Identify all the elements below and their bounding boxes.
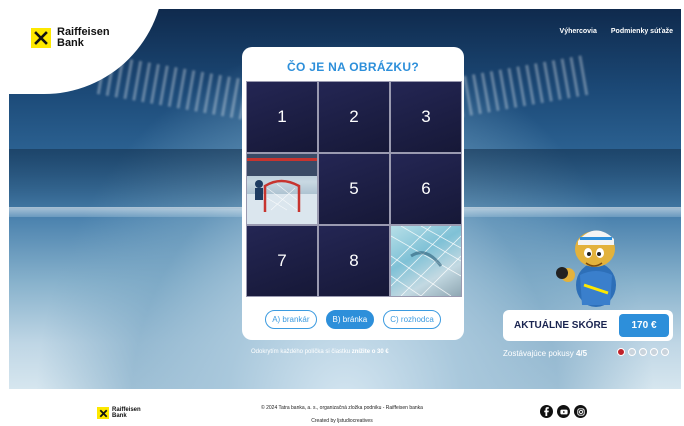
youtube-icon[interactable] [557, 405, 570, 418]
answer-options: A) brankár B) bránka C) rozhodca [242, 310, 464, 329]
hint-amount: znížite o 30 € [351, 349, 389, 355]
hockey-goal-photo [247, 154, 317, 224]
quiz-card: ČO JE NA OBRÁZKU? 1 2 3 5 6 7 8 A) brank… [242, 47, 464, 340]
brand-name: Raiffeisen Bank [57, 27, 110, 49]
brand-line2: Bank [57, 37, 84, 49]
attempts-value: 4/5 [575, 349, 588, 358]
tile-grid: 1 2 3 5 6 7 8 [246, 81, 462, 297]
top-navigation: Výhercovia Podmienky súťaže [560, 28, 673, 35]
attempt-dot-2 [628, 348, 636, 356]
tile-6[interactable]: 6 [391, 154, 461, 224]
page-footer: Raiffeisen Bank © 2024 Tatra banka, a. s… [0, 389, 684, 426]
tile-3[interactable]: 3 [391, 82, 461, 152]
score-panel: AKTUÁLNE SKÓRE 170 € [503, 310, 673, 341]
score-label: AKTUÁLNE SKÓRE [514, 320, 608, 331]
tile-8[interactable]: 8 [319, 226, 389, 296]
arena-stands-right [431, 149, 681, 209]
answer-c-button[interactable]: C) rozhodca [383, 310, 441, 329]
attempts-label: Zostávajúce pokusy [503, 349, 574, 358]
attempt-dot-3 [639, 348, 647, 356]
tile-cost-hint: Odokrytím každého políčka si čiastku zní… [251, 349, 389, 355]
tile-2[interactable]: 2 [319, 82, 389, 152]
nav-winners-link[interactable]: Výhercovia [560, 28, 597, 35]
attempt-dot-1 [617, 348, 625, 356]
hint-text: Odokrytím každého políčka si čiastku [251, 349, 352, 355]
tile-4-revealed-image [247, 154, 317, 224]
raiffeisen-cross-icon [31, 28, 51, 48]
tile-7[interactable]: 7 [247, 226, 317, 296]
goal-net-photo [391, 226, 461, 296]
score-value: 170 € [619, 314, 669, 337]
facebook-icon[interactable] [540, 405, 553, 418]
footer-credits: Created by ljstudiocreatives [311, 418, 373, 424]
attempt-dot-5 [661, 348, 669, 356]
attempt-indicator [617, 348, 669, 356]
mascot-image [556, 230, 616, 307]
nav-terms-link[interactable]: Podmienky súťaže [611, 28, 673, 35]
answer-b-button[interactable]: B) bránka [325, 310, 375, 329]
tile-5[interactable]: 5 [319, 154, 389, 224]
arena-stands-left [9, 149, 259, 209]
instagram-icon[interactable] [574, 405, 587, 418]
tile-9-revealed-image [391, 226, 461, 296]
attempt-dot-4 [650, 348, 658, 356]
social-links [540, 405, 587, 418]
brand-logo[interactable]: Raiffeisen Bank [31, 27, 110, 49]
arena-background: Raiffeisen Bank Výhercovia Podmienky súť… [9, 9, 681, 389]
tile-1[interactable]: 1 [247, 82, 317, 152]
answer-a-button[interactable]: A) brankár [265, 310, 317, 329]
quiz-title: ČO JE NA OBRÁZKU? [287, 60, 419, 74]
attempts-remaining: Zostávajúce pokusy 4/5 [503, 349, 587, 358]
